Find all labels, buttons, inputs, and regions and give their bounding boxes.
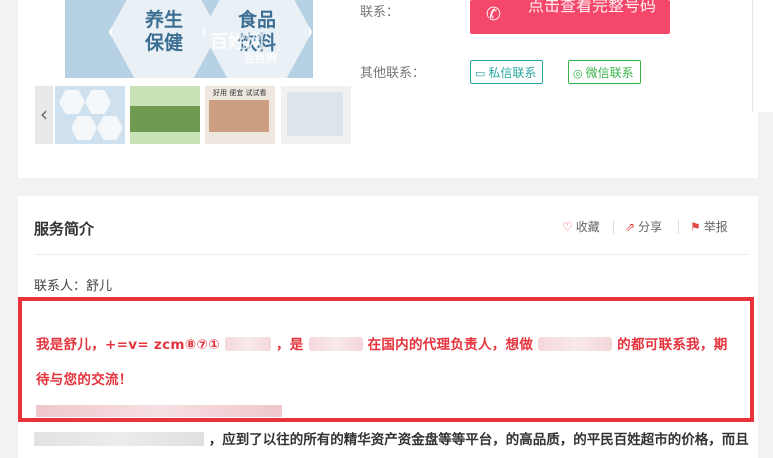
share-icon: ⇗	[625, 220, 636, 234]
redacted-text	[36, 405, 282, 417]
service-intro-card: 服务简介 ♡ 收藏 ⇗ 分享 ⚑ 举报 联系人：舒儿 我是舒儿，+=v= zcm⑧⑦①…	[18, 196, 758, 458]
heart-icon: ♡	[562, 220, 573, 234]
divider	[613, 220, 614, 234]
thumbnail-1[interactable]	[55, 86, 125, 144]
divider	[34, 254, 748, 255]
highlighted-description: 我是舒儿，+=v= zcm⑧⑦① ，是 在国内的代理负责人，想做 的都可联系我，…	[18, 297, 754, 422]
private-message-button[interactable]: ▭ 私信联系	[470, 60, 543, 84]
contact-label: 联系：	[360, 5, 400, 20]
divider	[678, 220, 679, 234]
description-continued: ，应到了以往的所有的精华资产资金盘等等平台，的高品质，的平民百姓超市的价格，而且	[34, 428, 754, 448]
other-contact-label: 其他联系：	[360, 66, 426, 81]
redacted-text	[538, 337, 613, 351]
thumbnail-2[interactable]	[130, 86, 200, 144]
section-title: 服务简介	[34, 220, 95, 238]
report-button[interactable]: ⚑ 举报	[690, 218, 728, 235]
redacted-text	[34, 432, 204, 446]
main-product-image[interactable]: 养生 保健 食品 饮料 百姓网 百姓网	[65, 0, 313, 78]
description-text: 我是舒儿，+=v= zcm⑧⑦① ，是 在国内的代理负责人，想做 的都可联系我，…	[36, 337, 728, 388]
thumbnail-4[interactable]	[281, 86, 351, 144]
side-panel	[752, 0, 773, 112]
wechat-contact-button[interactable]: ◎ 微信联系	[568, 60, 641, 84]
share-button[interactable]: ⇗ 分享	[625, 218, 662, 235]
flag-icon: ⚑	[690, 220, 701, 234]
hex-badge-health: 养生 保健	[109, 0, 219, 78]
thumbnail-strip: ‹ 好用 便宜 试试看	[35, 86, 351, 144]
chat-icon: ▭	[475, 67, 486, 80]
wechat-icon: ◎	[573, 67, 583, 80]
reveal-phone-button[interactable]: ✆ 点击查看完整号码	[470, 0, 670, 34]
favorite-button[interactable]: ♡ 收藏	[562, 218, 600, 235]
contact-person: 联系人：舒儿	[34, 279, 113, 294]
thumbnail-3[interactable]: 好用 便宜 试试看	[205, 86, 275, 144]
redacted-text	[224, 337, 271, 351]
phone-icon: ✆	[486, 4, 502, 25]
listing-media-card: 养生 保健 食品 饮料 百姓网 百姓网 ‹ 好用 便宜 试试看 联系： ✆ 点击…	[18, 0, 758, 178]
chevron-left-icon[interactable]: ‹	[35, 86, 53, 144]
watermark: 百姓网 百姓网	[210, 32, 277, 65]
redacted-text	[308, 337, 363, 351]
